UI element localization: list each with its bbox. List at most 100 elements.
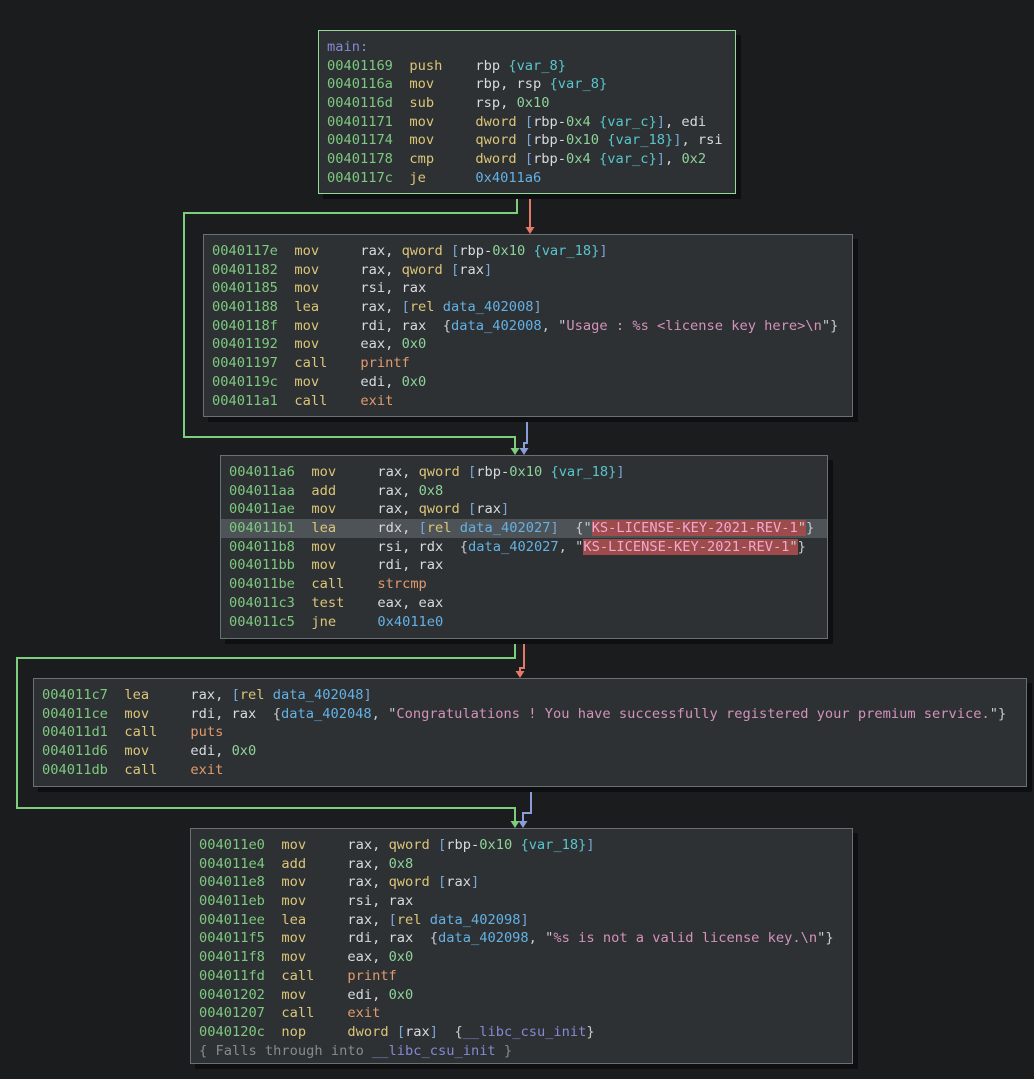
disasm-line[interactable]: 0040118f mov rdi, rax {data_402008, "Usa…: [204, 317, 852, 336]
token-address: 0040119c: [212, 374, 278, 390]
token-ref[interactable]: 0x4011e0: [377, 614, 443, 630]
disasm-line[interactable]: 00401171 mov dword [rbp-0x4 {var_c}], ed…: [319, 113, 735, 132]
disasm-line[interactable]: 0040117e mov rax, qword [rbp-0x10 {var_1…: [204, 242, 852, 261]
disasm-line[interactable]: 004011ee lea rax, [rel data_402098]: [191, 911, 852, 930]
disasm-line[interactable]: main:: [319, 38, 735, 57]
token-text: eax,: [347, 949, 388, 965]
disasm-line[interactable]: 004011fd call printf: [191, 967, 852, 986]
disasm-line[interactable]: 004011e8 mov rax, qword [rax]: [191, 873, 852, 892]
disasm-line[interactable]: 004011d1 call puts: [34, 723, 1026, 742]
token-text: rax: [459, 262, 484, 278]
disasm-line[interactable]: 00401207 call exit: [191, 1004, 852, 1023]
token-bracket: ]: [471, 874, 479, 890]
disasm-line[interactable]: 00401174 mov qword [rbp-0x10 {var_18}], …: [319, 131, 735, 150]
token-label[interactable]: __libc_csu_init: [372, 1043, 496, 1059]
basic-block-004011c7[interactable]: 004011c7 lea rax, [rel data_402048]00401…: [33, 678, 1027, 787]
token-bracket: ]: [363, 687, 371, 703]
token-call-target[interactable]: exit: [190, 762, 223, 778]
disasm-line[interactable]: 004011b1 lea rdx, [rel data_402027] {"KS…: [221, 519, 827, 538]
token-ref[interactable]: data_402027: [460, 520, 551, 536]
token-ref[interactable]: data_402008: [443, 299, 534, 315]
token-call-target[interactable]: strcmp: [377, 576, 426, 592]
disasm-line[interactable]: 004011d6 mov edi, 0x0: [34, 742, 1026, 761]
token-bracket: [: [525, 114, 533, 130]
basic-block-004011a6[interactable]: 004011a6 mov rax, qword [rbp-0x10 {var_1…: [220, 455, 828, 639]
disasm-line[interactable]: 0040120c nop dword [rax] {__libc_csu_ini…: [191, 1023, 852, 1042]
token-mnemonic: mov: [281, 930, 306, 946]
token-call-target[interactable]: printf: [360, 355, 409, 371]
disasm-line[interactable]: 00401185 mov rsi, rax: [204, 279, 852, 298]
basic-block-004011e0[interactable]: 004011e0 mov rax, qword [rbp-0x10 {var_1…: [190, 828, 853, 1064]
token-label[interactable]: __libc_csu_init: [463, 1024, 587, 1040]
token-text: [278, 393, 294, 409]
disasm-line[interactable]: 00401169 push rbp {var_8}: [319, 57, 735, 76]
token-text: [295, 595, 311, 611]
token-text: [434, 76, 475, 92]
token-mnemonic: qword: [402, 262, 443, 278]
disasm-line[interactable]: 004011f5 mov rdi, rax {data_402098, "%s …: [191, 929, 852, 948]
token-text: [265, 930, 281, 946]
basic-block-0040117e[interactable]: 0040117e mov rax, qword [rbp-0x10 {var_1…: [203, 234, 853, 417]
token-bracket: ]: [657, 114, 665, 130]
token-ref[interactable]: data_402027: [468, 539, 559, 555]
disasm-line[interactable]: 004011c3 test eax, eax: [221, 594, 827, 613]
disasm-line[interactable]: 004011f8 mov eax, 0x0: [191, 948, 852, 967]
disasm-line[interactable]: 0040116a mov rbp, rsp {var_8}: [319, 75, 735, 94]
token-call-target[interactable]: exit: [360, 393, 393, 409]
token-text: rbp-: [533, 132, 566, 148]
disasm-line[interactable]: 00401202 mov edi, 0x0: [191, 986, 852, 1005]
token-ref[interactable]: data_402048: [281, 706, 372, 722]
token-string-highlighted[interactable]: KS-LICENSE-KEY-2021-REV-1: [583, 539, 789, 555]
disasm-line[interactable]: 004011a6 mov rax, qword [rbp-0x10 {var_1…: [221, 463, 827, 482]
disasm-line[interactable]: 004011be call strcmp: [221, 575, 827, 594]
token-mnemonic: lea: [294, 299, 319, 315]
token-address: 00401202: [199, 987, 265, 1003]
disasm-line[interactable]: 0040117c je 0x4011a6: [319, 169, 735, 188]
disasm-line[interactable]: 00401188 lea rax, [rel data_402008]: [204, 298, 852, 317]
token-call-target[interactable]: printf: [347, 968, 396, 984]
disasm-line[interactable]: 00401182 mov rax, qword [rax]: [204, 261, 852, 280]
token-ref[interactable]: data_402098: [438, 930, 529, 946]
token-bracket: [: [389, 912, 397, 928]
disasm-line[interactable]: 004011eb mov rsi, rax: [191, 892, 852, 911]
disasm-line[interactable]: 004011c7 lea rax, [rel data_402048]: [34, 686, 1026, 705]
disasm-line[interactable]: 004011bb mov rdi, rax: [221, 556, 827, 575]
disasm-line[interactable]: { Falls through into __libc_csu_init }: [191, 1042, 852, 1061]
token-ref[interactable]: 0x4011a6: [475, 170, 541, 186]
disasm-line[interactable]: 004011c5 jne 0x4011e0: [221, 613, 827, 632]
token-mnemonic: qword: [419, 501, 460, 517]
disasm-line[interactable]: 004011aa add rax, 0x8: [221, 482, 827, 501]
token-text: rax,: [360, 299, 401, 315]
disassembly-graph-view[interactable]: main: 00401169 push rbp {var_8}0040116a m…: [0, 0, 1034, 1079]
basic-block-main[interactable]: main: 00401169 push rbp {var_8}0040116a m…: [318, 30, 736, 194]
disasm-line[interactable]: 00401197 call printf: [204, 354, 852, 373]
token-mnemonic: lea: [311, 520, 336, 536]
token-ref[interactable]: data_402048: [273, 687, 364, 703]
token-text: [157, 762, 190, 778]
token-text: rdi, rax: [347, 930, 429, 946]
disasm-line[interactable]: 00401192 mov eax, 0x0: [204, 335, 852, 354]
token-stack-var: {var_18}: [607, 132, 673, 148]
disasm-line[interactable]: 004011a1 call exit: [204, 392, 852, 411]
token-text: [265, 968, 281, 984]
token-text: [314, 1005, 347, 1021]
disasm-line[interactable]: 004011ce mov rdi, rax {data_402048, "Con…: [34, 705, 1026, 724]
disasm-line[interactable]: 0040116d sub rsp, 0x10: [319, 94, 735, 113]
token-label[interactable]: main:: [327, 39, 368, 55]
token-ref[interactable]: data_402008: [451, 318, 542, 334]
disasm-line[interactable]: 0040119c mov edi, 0x0: [204, 373, 852, 392]
disasm-line[interactable]: 004011db call exit: [34, 761, 1026, 780]
token-text: edi,: [347, 987, 388, 1003]
disasm-line[interactable]: 004011e4 add rax, 0x8: [191, 855, 852, 874]
token-call-target[interactable]: puts: [190, 724, 223, 740]
token-call-target[interactable]: exit: [347, 1005, 380, 1021]
disasm-line[interactable]: 004011ae mov rax, qword [rax]: [221, 500, 827, 519]
token-text: rbp-: [533, 151, 566, 167]
token-string-highlighted[interactable]: KS-LICENSE-KEY-2021-REV-1: [592, 520, 798, 536]
disasm-line[interactable]: 00401178 cmp dword [rbp-0x4 {var_c}], 0x…: [319, 150, 735, 169]
token-bracket: ]: [657, 151, 665, 167]
disasm-line[interactable]: 004011b8 mov rsi, rdx {data_402027, "KS-…: [221, 538, 827, 557]
token-mnemonic: sub: [409, 95, 434, 111]
token-ref[interactable]: data_402098: [430, 912, 521, 928]
disasm-line[interactable]: 004011e0 mov rax, qword [rbp-0x10 {var_1…: [191, 836, 852, 855]
